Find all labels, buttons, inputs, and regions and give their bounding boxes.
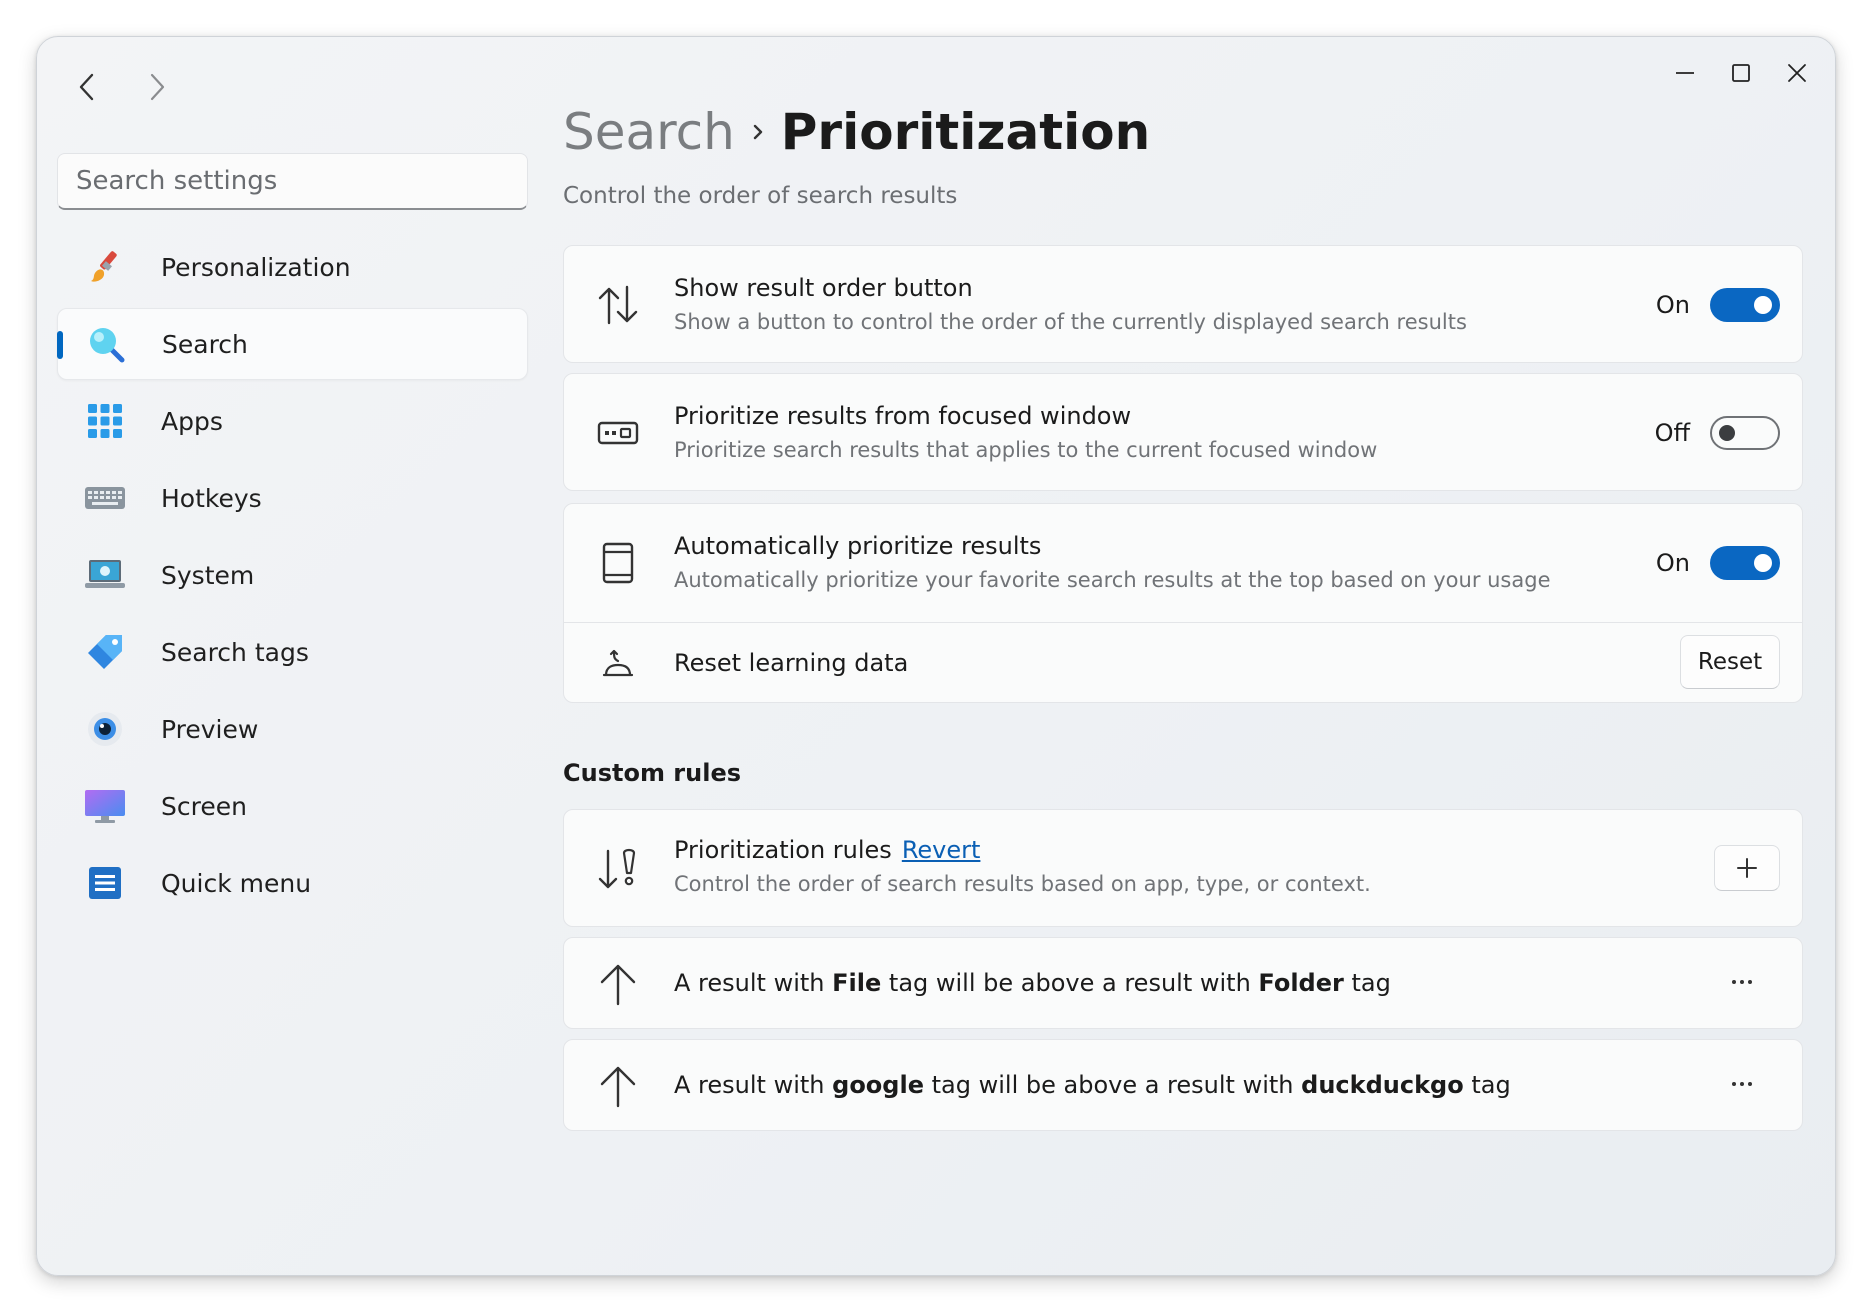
chevron-left-icon bbox=[79, 73, 94, 101]
setting-title: Prioritize results from focused window bbox=[674, 402, 1132, 430]
close-button[interactable] bbox=[1769, 47, 1825, 99]
toggle-state-label: Off bbox=[1654, 419, 1690, 447]
rule-suffix: tag bbox=[1471, 1071, 1511, 1099]
section-title-custom-rules: Custom rules bbox=[563, 759, 742, 787]
rule-text: A result with google tag will be above a… bbox=[674, 1071, 1511, 1099]
tag-icon bbox=[83, 630, 127, 674]
sidebar-item-quick-menu[interactable]: Quick menu bbox=[57, 847, 528, 919]
chevron-right-icon bbox=[150, 73, 165, 101]
rule-item: A result with google tag will be above a… bbox=[563, 1039, 1803, 1131]
sidebar-item-label: Personalization bbox=[161, 252, 351, 282]
list-menu-icon bbox=[83, 861, 127, 905]
sidebar-item-screen[interactable]: Screen bbox=[57, 770, 528, 842]
rule-prefix: A result with bbox=[674, 969, 825, 997]
show-order-button-toggle[interactable] bbox=[1710, 288, 1780, 322]
reset-button[interactable]: Reset bbox=[1680, 635, 1780, 689]
breadcrumb: Search Prioritization bbox=[563, 103, 1150, 161]
rule-middle: tag will be above a result with bbox=[931, 1071, 1294, 1099]
sidebar-item-search[interactable]: Search bbox=[57, 308, 528, 380]
more-options-button[interactable] bbox=[1718, 962, 1766, 1002]
rule-tag-b: duckduckgo bbox=[1301, 1071, 1464, 1099]
more-dots-icon bbox=[1732, 1082, 1752, 1086]
sidebar-item-label: Preview bbox=[161, 714, 259, 744]
setting-description: Automatically prioritize your favorite s… bbox=[674, 568, 1551, 592]
setting-description: Prioritize search results that applies t… bbox=[674, 438, 1378, 462]
sidebar-item-preview[interactable]: Preview bbox=[57, 693, 528, 765]
rule-suffix: tag bbox=[1351, 969, 1391, 997]
setting-title: Automatically prioritize results bbox=[674, 532, 1042, 560]
sidebar-item-label: System bbox=[161, 560, 255, 590]
focused-window-toggle[interactable] bbox=[1710, 416, 1780, 450]
window-dots-icon bbox=[596, 411, 640, 455]
setting-card-prioritization-rules: Prioritization rules Revert Control the o… bbox=[563, 809, 1803, 927]
arrow-up-icon bbox=[596, 962, 640, 1006]
setting-card-show-order-button: Show result order button Show a button t… bbox=[563, 245, 1803, 363]
sidebar-item-hotkeys[interactable]: Hotkeys bbox=[57, 462, 528, 534]
sidebar-nav: Personalization Search Apps Hotkeys Syst… bbox=[57, 231, 528, 924]
add-rule-button[interactable] bbox=[1714, 845, 1780, 891]
maximize-button[interactable] bbox=[1713, 47, 1769, 99]
sidebar-item-label: Quick menu bbox=[161, 868, 312, 898]
rule-middle: tag will be above a result with bbox=[888, 969, 1251, 997]
sidebar-item-label: Search bbox=[162, 329, 248, 359]
revert-link[interactable]: Revert bbox=[902, 836, 981, 864]
eye-icon bbox=[83, 707, 127, 751]
sidebar-item-label: Hotkeys bbox=[161, 483, 262, 513]
rule-tag-b: Folder bbox=[1258, 969, 1344, 997]
toggle-state-label: On bbox=[1655, 291, 1690, 319]
maximize-icon bbox=[1732, 64, 1750, 82]
setting-title: Show result order button bbox=[674, 274, 973, 302]
forward-button[interactable] bbox=[127, 57, 187, 117]
more-options-button[interactable] bbox=[1718, 1064, 1766, 1104]
sidebar-item-label: Search tags bbox=[161, 637, 309, 667]
setting-description: Control the order of search results base… bbox=[674, 872, 1371, 896]
apps-grid-icon bbox=[83, 399, 127, 443]
minimize-icon bbox=[1676, 72, 1694, 74]
tablet-icon bbox=[596, 541, 640, 585]
sidebar-item-system[interactable]: System bbox=[57, 539, 528, 611]
minimize-button[interactable] bbox=[1657, 47, 1713, 99]
laptop-icon bbox=[83, 553, 127, 597]
more-dots-icon bbox=[1732, 980, 1752, 984]
sidebar-item-personalization[interactable]: Personalization bbox=[57, 231, 528, 303]
breadcrumb-parent-link[interactable]: Search bbox=[563, 103, 735, 161]
setting-title: Reset learning data bbox=[674, 649, 909, 677]
close-icon bbox=[1788, 64, 1806, 82]
page-subtitle: Control the order of search results bbox=[563, 183, 958, 209]
sort-arrows-icon bbox=[596, 283, 640, 327]
reset-learning-icon bbox=[596, 641, 640, 685]
paintbrush-icon bbox=[83, 245, 127, 289]
rule-tag-a: File bbox=[832, 969, 882, 997]
sidebar-item-search-tags[interactable]: Search tags bbox=[57, 616, 528, 688]
sidebar-item-label: Apps bbox=[161, 406, 223, 436]
sidebar-item-apps[interactable]: Apps bbox=[57, 385, 528, 457]
back-button[interactable] bbox=[57, 57, 117, 117]
rule-prefix: A result with bbox=[674, 1071, 825, 1099]
setting-description: Show a button to control the order of th… bbox=[674, 310, 1467, 334]
magnifier-icon bbox=[84, 322, 128, 366]
sidebar-item-label: Screen bbox=[161, 791, 247, 821]
arrow-up-icon bbox=[596, 1064, 640, 1108]
rule-tag-a: google bbox=[832, 1071, 924, 1099]
auto-prioritize-toggle[interactable] bbox=[1710, 546, 1780, 580]
rule-text: A result with File tag will be above a r… bbox=[674, 969, 1391, 997]
setting-card-auto-prioritize: Automatically prioritize results Automat… bbox=[563, 503, 1803, 703]
plus-icon bbox=[1737, 858, 1757, 878]
monitor-icon bbox=[83, 784, 127, 828]
keyboard-icon bbox=[83, 476, 127, 520]
search-settings-input[interactable] bbox=[57, 153, 528, 210]
chevron-right-icon bbox=[751, 122, 765, 142]
rules-title-row: Prioritization rules Revert bbox=[674, 836, 1371, 864]
setting-card-focused-window: Prioritize results from focused window P… bbox=[563, 373, 1803, 491]
settings-window: Personalization Search Apps bbox=[36, 36, 1836, 1276]
page-title: Prioritization bbox=[780, 103, 1151, 161]
setting-title: Prioritization rules bbox=[674, 836, 892, 864]
rule-item: A result with File tag will be above a r… bbox=[563, 937, 1803, 1029]
toggle-state-label: On bbox=[1655, 549, 1690, 577]
sort-priority-icon bbox=[596, 847, 640, 891]
